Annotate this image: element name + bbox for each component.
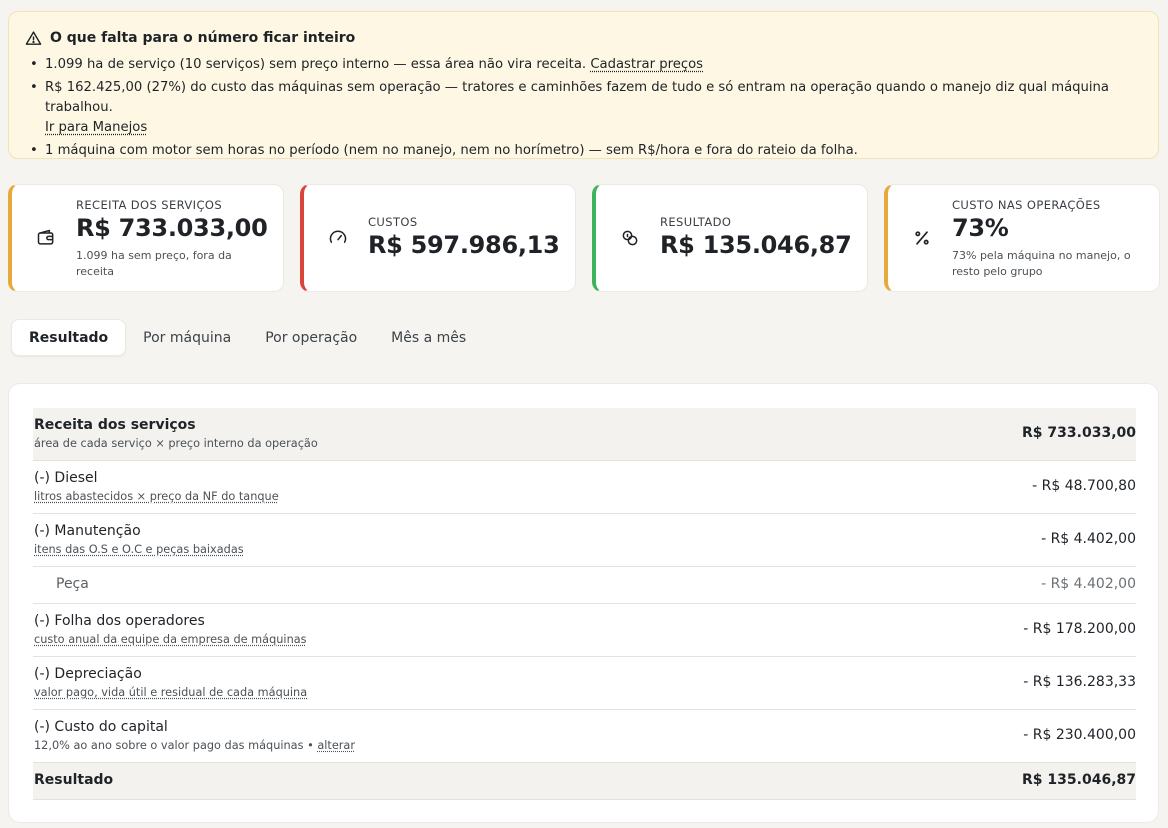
table-row-result: Resultado R$ 135.046,87 xyxy=(33,763,1136,800)
wallet-icon xyxy=(37,229,54,245)
table-row-payroll: (-) Folha dos operadores custo anual da … xyxy=(33,604,1136,657)
go-to-manejos-link[interactable]: Ir para Manejos xyxy=(45,120,147,135)
tab-resultado[interactable]: Resultado xyxy=(11,319,127,356)
kpi-card-revenue: Receita dos serviços R$ 733.033,00 1.099… xyxy=(8,184,284,292)
banner-item-text: R$ 162.425,00 (27%) do custo das máquina… xyxy=(45,80,1109,115)
row-label: Receita dos serviços xyxy=(34,417,196,433)
kpi-label: Custos xyxy=(368,215,418,229)
row-label: (-) Folha dos operadores xyxy=(34,613,205,629)
banner-title: O que falta para o número ficar inteiro xyxy=(50,30,356,46)
row-amount: - R$ 4.402,00 xyxy=(1041,531,1136,547)
row-label: Resultado xyxy=(34,772,114,788)
kpi-subtext: 73% pela máquina no manejo, o resto pelo… xyxy=(952,249,1131,278)
row-label: (-) Diesel xyxy=(34,470,98,486)
kpi-card-cost-in-operations: Custo nas operações 73% 73% pela máquina… xyxy=(884,184,1160,292)
row-amount: - R$ 230.400,00 xyxy=(1023,727,1136,743)
row-label: (-) Manutenção xyxy=(34,523,141,539)
tab-por-maquina[interactable]: Por máquina xyxy=(126,319,248,356)
view-tabs: Resultado Por máquina Por operação Mês a… xyxy=(11,319,483,356)
banner-item-text: 1.099 ha de serviço (10 serviços) sem pr… xyxy=(45,57,591,72)
kpi-value: R$ 597.986,13 xyxy=(368,231,560,259)
row-label: Peça xyxy=(56,576,89,592)
row-amount: - R$ 48.700,80 xyxy=(1032,478,1136,494)
warning-icon xyxy=(25,30,42,45)
row-label: (-) Depreciação xyxy=(34,666,142,682)
row-amount: R$ 733.033,00 xyxy=(1022,425,1136,441)
table-row-diesel: (-) Diesel litros abastecidos × preço da… xyxy=(33,461,1136,514)
table-row-maintenance: (-) Manutenção itens das O.S e O.C e peç… xyxy=(33,514,1136,567)
missing-data-banner: O que falta para o número ficar inteiro … xyxy=(8,11,1159,161)
row-label: (-) Custo do capital xyxy=(34,719,168,735)
table-row-capital-cost: (-) Custo do capital 12,0% ao ano sobre … xyxy=(33,710,1136,763)
kpi-value: 73% xyxy=(952,214,1009,242)
banner-title-row: O que falta para o número ficar inteiro xyxy=(25,28,1142,48)
percent-icon xyxy=(915,231,929,245)
capital-rate-text: 12,0% ao ano sobre o valor pago das máqu… xyxy=(34,739,318,752)
kpi-card-result: Resultado R$ 135.046,87 xyxy=(592,184,868,292)
table-row-revenue: Receita dos serviços área de cada serviç… xyxy=(33,408,1136,461)
banner-item: 1.099 ha de serviço (10 serviços) sem pr… xyxy=(25,55,1142,75)
row-amount: - R$ 4.402,00 xyxy=(1041,576,1136,592)
row-amount: - R$ 178.200,00 xyxy=(1023,621,1136,637)
kpi-label: Resultado xyxy=(660,215,732,229)
table-row-depreciation: (-) Depreciação valor pago, vida útil e … xyxy=(33,657,1136,710)
gauge-icon xyxy=(329,230,347,243)
result-panel: Receita dos serviços área de cada serviç… xyxy=(8,383,1159,823)
change-rate-link[interactable]: alterar xyxy=(317,739,355,752)
kpi-label: Receita dos serviços xyxy=(76,198,223,212)
table-row-parts: Peça - R$ 4.402,00 xyxy=(33,567,1136,604)
row-amount: - R$ 136.283,33 xyxy=(1023,674,1136,690)
coins-icon xyxy=(622,230,638,246)
banner-item-text: 1 máquina com motor sem horas no período… xyxy=(45,143,858,158)
row-amount: R$ 135.046,87 xyxy=(1022,772,1136,788)
kpi-value: R$ 733.033,00 xyxy=(76,214,268,242)
kpi-value: R$ 135.046,87 xyxy=(660,231,852,259)
row-description-link[interactable]: valor pago, vida útil e residual de cada… xyxy=(34,686,307,699)
banner-list: 1.099 ha de serviço (10 serviços) sem pr… xyxy=(25,55,1142,161)
kpi-card-costs: Custos R$ 597.986,13 xyxy=(300,184,576,292)
row-description-link[interactable]: itens das O.S e O.C e peças baixadas xyxy=(34,543,244,556)
banner-item: R$ 162.425,00 (27%) do custo das máquina… xyxy=(25,78,1142,138)
register-prices-link[interactable]: Cadastrar preços xyxy=(590,57,703,72)
row-description-link[interactable]: litros abastecidos × preço da NF do tanq… xyxy=(34,490,279,503)
row-description-link[interactable]: custo anual da equipe da empresa de máqu… xyxy=(34,633,307,646)
row-description: 12,0% ao ano sobre o valor pago das máqu… xyxy=(34,739,355,752)
banner-item: 1 máquina com motor sem horas no período… xyxy=(25,141,1142,161)
kpi-subtext: 1.099 ha sem preço, fora da receita xyxy=(76,249,232,278)
tab-mes-a-mes[interactable]: Mês a mês xyxy=(374,319,483,356)
row-description: área de cada serviço × preço interno da … xyxy=(34,437,318,450)
kpi-label: Custo nas operações xyxy=(952,198,1101,212)
tab-por-operacao[interactable]: Por operação xyxy=(248,319,374,356)
